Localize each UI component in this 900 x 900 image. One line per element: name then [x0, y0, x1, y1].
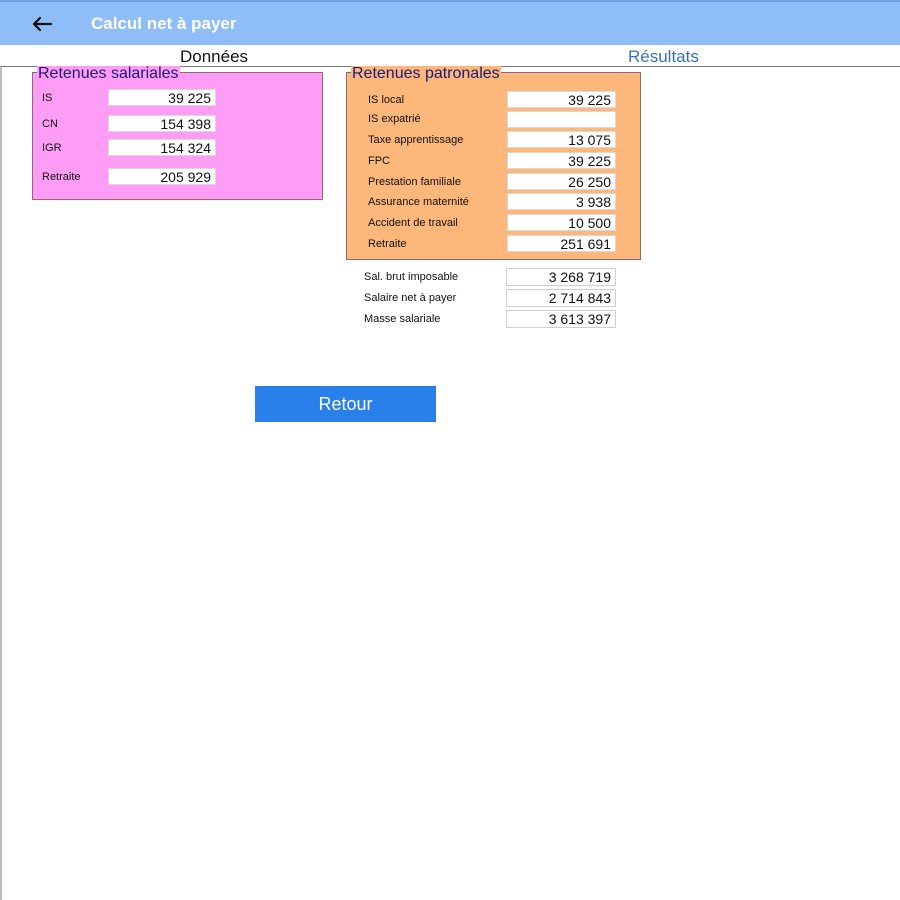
- pat-accident-travail-label: Accident de travail: [368, 217, 458, 229]
- pat-is-local-label: IS local: [368, 94, 405, 106]
- pat-retraite-label: Retraite: [368, 238, 407, 250]
- pat-prestation-familiale-field[interactable]: 26 250: [507, 173, 616, 190]
- pat-assurance-maternite-label: Assurance maternité: [368, 196, 469, 208]
- pat-fpc-field[interactable]: 39 225: [507, 152, 616, 169]
- masse-salariale-value: 3 613 397: [506, 310, 616, 328]
- pat-taxe-apprentissage-field[interactable]: 13 075: [507, 131, 616, 148]
- sal-retraite-field[interactable]: 205 929: [108, 168, 216, 185]
- retenues-patronales-group: Retenues patronales IS local 39 225 IS e…: [346, 66, 641, 260]
- back-button[interactable]: [28, 10, 56, 38]
- pat-retraite-field[interactable]: 251 691: [507, 235, 616, 252]
- salaire-net-value: 2 714 843: [506, 289, 616, 307]
- tab-resultats[interactable]: Résultats: [628, 47, 699, 67]
- salaire-net-label: Salaire net à payer: [364, 292, 457, 304]
- pat-is-expatrie-field[interactable]: [507, 111, 616, 128]
- sal-is-label: IS: [42, 92, 53, 104]
- sal-brut-imposable-label: Sal. brut imposable: [364, 271, 459, 283]
- retour-button[interactable]: Retour: [255, 386, 436, 422]
- pat-accident-travail-field[interactable]: 10 500: [507, 214, 616, 231]
- retenues-salariales-group: Retenues salariales IS 39 225 CN 154 398…: [32, 66, 323, 200]
- sal-brut-imposable-value: 3 268 719: [506, 268, 616, 286]
- tab-donnees[interactable]: Données: [180, 47, 248, 67]
- sal-igr-field[interactable]: 154 324: [108, 139, 216, 156]
- page-title: Calcul net à payer: [91, 14, 237, 33]
- pat-taxe-apprentissage-label: Taxe apprentissage: [368, 134, 464, 146]
- pat-is-local-field[interactable]: 39 225: [507, 91, 616, 108]
- pat-is-expatrie-label: IS expatrié: [368, 113, 421, 125]
- sal-is-field[interactable]: 39 225: [108, 89, 216, 106]
- retenues-patronales-legend: Retenues patronales: [351, 65, 501, 82]
- sal-igr-label: IGR: [42, 142, 62, 154]
- retenues-salariales-legend: Retenues salariales: [37, 65, 180, 82]
- pat-fpc-label: FPC: [368, 155, 390, 167]
- pat-assurance-maternite-field[interactable]: 3 938: [507, 193, 616, 210]
- tab-bar: Données Résultats: [0, 45, 900, 67]
- arrow-left-icon: [32, 16, 52, 32]
- sal-retraite-label: Retraite: [42, 171, 81, 183]
- sal-cn-field[interactable]: 154 398: [108, 115, 216, 132]
- sal-cn-label: CN: [42, 118, 58, 130]
- pat-prestation-familiale-label: Prestation familiale: [368, 176, 461, 188]
- app-bar: Calcul net à payer: [0, 0, 900, 45]
- masse-salariale-label: Masse salariale: [364, 313, 441, 325]
